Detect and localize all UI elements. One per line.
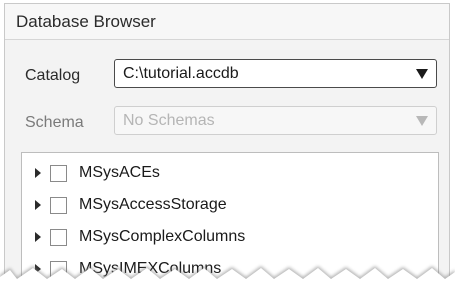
panel-header: Database Browser — [5, 4, 449, 40]
table-name: MSysAccessStorage — [79, 196, 227, 213]
schema-label: Schema — [25, 114, 84, 131]
tables-tree: MSysACEs MSysAccessStorage MSysComplexCo… — [21, 152, 439, 294]
dropdown-arrow-icon — [416, 68, 428, 79]
table-name: MSysComplexColumns — [79, 228, 246, 245]
schema-value: No Schemas — [123, 111, 215, 129]
table-name: MSysACEs — [79, 164, 160, 181]
dropdown-arrow-icon — [416, 115, 428, 126]
catalog-value: C:\tutorial.accdb — [123, 64, 239, 82]
table-checkbox[interactable] — [50, 228, 67, 246]
expand-arrow-icon[interactable] — [35, 200, 41, 210]
table-checkbox[interactable] — [50, 260, 67, 278]
panel-title: Database Browser — [16, 11, 156, 31]
tree-item[interactable]: MSysAccessStorage — [22, 190, 438, 220]
expand-arrow-icon[interactable] — [35, 264, 41, 274]
table-name: MSysIMEXColumns — [79, 260, 222, 277]
expand-arrow-icon[interactable] — [35, 168, 41, 178]
schema-dropdown[interactable]: No Schemas — [114, 106, 437, 135]
tree-item[interactable]: MSysACEs — [22, 158, 438, 188]
database-browser-panel: Database Browser Catalog C:\tutorial.acc… — [4, 3, 450, 295]
tree-item[interactable]: MSysIMEXColumns — [22, 254, 438, 284]
catalog-label: Catalog — [25, 67, 81, 84]
tree-item[interactable]: MSysComplexColumns — [22, 222, 438, 252]
expand-arrow-icon[interactable] — [35, 232, 41, 242]
catalog-dropdown[interactable]: C:\tutorial.accdb — [114, 59, 437, 88]
table-checkbox[interactable] — [50, 164, 67, 182]
table-checkbox[interactable] — [50, 196, 67, 214]
